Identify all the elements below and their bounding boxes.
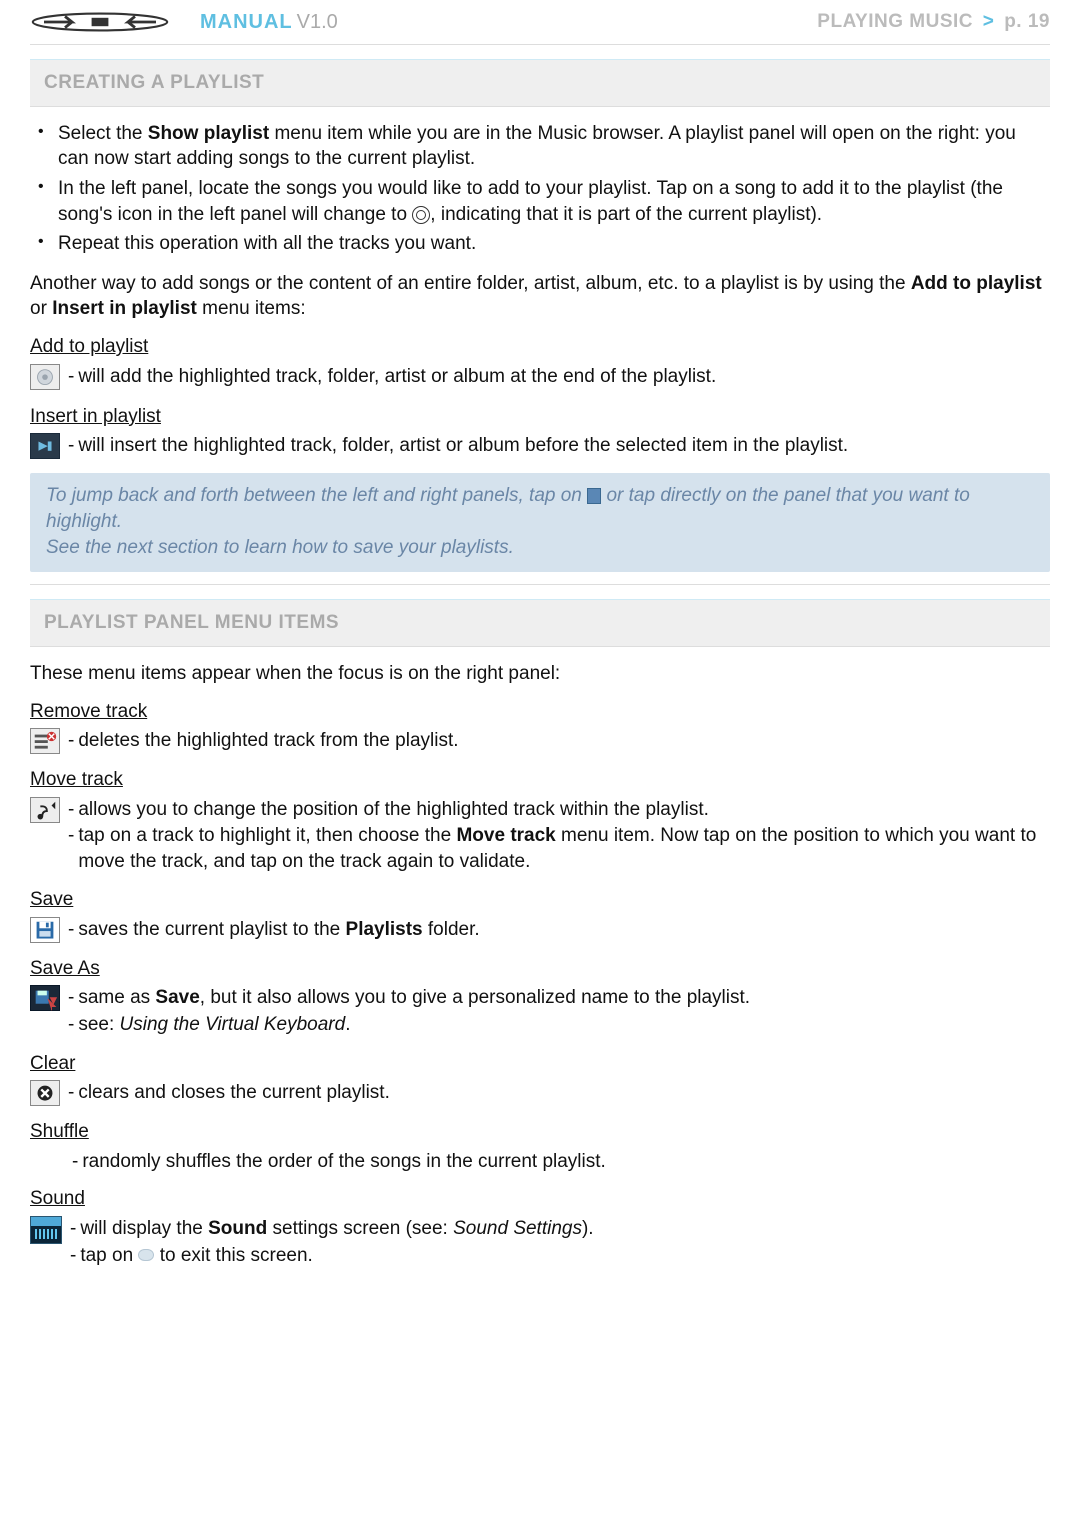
sound-icon [30,1216,62,1244]
tip-line-1a: To jump back and forth between the left … [46,485,587,506]
add-to-playlist-row: -will add the highlighted track, folder,… [30,364,1050,390]
save-icon [30,917,60,943]
move-track-heading: Move track [30,767,1050,793]
page-number: p. 19 [1004,11,1050,32]
shuffle-heading: Shuffle [30,1119,1050,1145]
insert-in-playlist-icon [30,433,60,459]
save-as-icon [30,985,60,1011]
bullet-list: Select the Show playlist menu item while… [30,121,1050,257]
section2-intro: These menu items appear when the focus i… [30,661,1050,687]
insert-in-playlist-heading: Insert in playlist [30,404,1050,430]
bullet-item: Select the Show playlist menu item while… [30,121,1050,172]
save-as-heading: Save As [30,956,1050,982]
shuffle-desc: randomly shuffles the order of the songs… [82,1149,605,1175]
header-right: PLAYING MUSIC > p. 19 [817,9,1050,35]
remove-track-icon [30,728,60,754]
swap-panels-icon [587,488,601,504]
save-heading: Save [30,887,1050,913]
sound-desc1: will display the Sound settings screen (… [80,1216,593,1242]
section-name: PLAYING MUSIC [817,11,973,32]
save-as-desc1: same as Save, but it also allows you to … [78,985,750,1011]
paragraph: Another way to add songs or the content … [30,271,1050,322]
clear-desc: clears and closes the current playlist. [78,1080,390,1106]
sound-desc2: tap on to exit this screen. [80,1243,313,1269]
sound-heading: Sound [30,1186,1050,1212]
section-divider [30,106,1050,107]
insert-in-playlist-row: -will insert the highlighted track, fold… [30,433,1050,459]
manual-version: V1.0 [297,9,338,36]
tip-box: To jump back and forth between the left … [30,473,1050,572]
exit-icon [138,1249,154,1261]
bullet-item: Repeat this operation with all the track… [30,231,1050,257]
clear-icon [30,1080,60,1106]
move-track-desc1: allows you to change the position of the… [78,797,709,823]
save-desc: saves the current playlist to the Playli… [78,917,479,943]
insert-in-playlist-desc: will insert the highlighted track, folde… [78,435,848,456]
section-divider [30,646,1050,647]
add-to-playlist-desc: will add the highlighted track, folder, … [78,366,716,387]
brand-logo [30,8,190,36]
remove-track-desc: deletes the highlighted track from the p… [78,728,458,754]
tip-line-2: See the next section to learn how to sav… [46,537,514,558]
manual-label: MANUAL [200,9,293,36]
bullet-item: In the left panel, locate the songs you … [30,176,1050,227]
add-to-playlist-heading: Add to playlist [30,334,1050,360]
header-divider [30,44,1050,45]
breadcrumb-separator: > [983,11,995,32]
remove-track-heading: Remove track [30,699,1050,725]
page-header: MANUAL V1.0 PLAYING MUSIC > p. 19 [0,0,1080,40]
add-to-playlist-icon [30,364,60,390]
clear-heading: Clear [30,1051,1050,1077]
section-heading-playlist-panel: PLAYLIST PANEL MENU ITEMS [30,599,1050,647]
divider [30,584,1050,585]
move-track-desc2: tap on a track to highlight it, then cho… [78,823,1050,874]
section-heading-creating-playlist: CREATING A PLAYLIST [30,59,1050,107]
playlist-indicator-icon [412,206,430,224]
move-track-icon [30,797,60,823]
save-as-desc2: see: Using the Virtual Keyboard. [78,1012,350,1038]
